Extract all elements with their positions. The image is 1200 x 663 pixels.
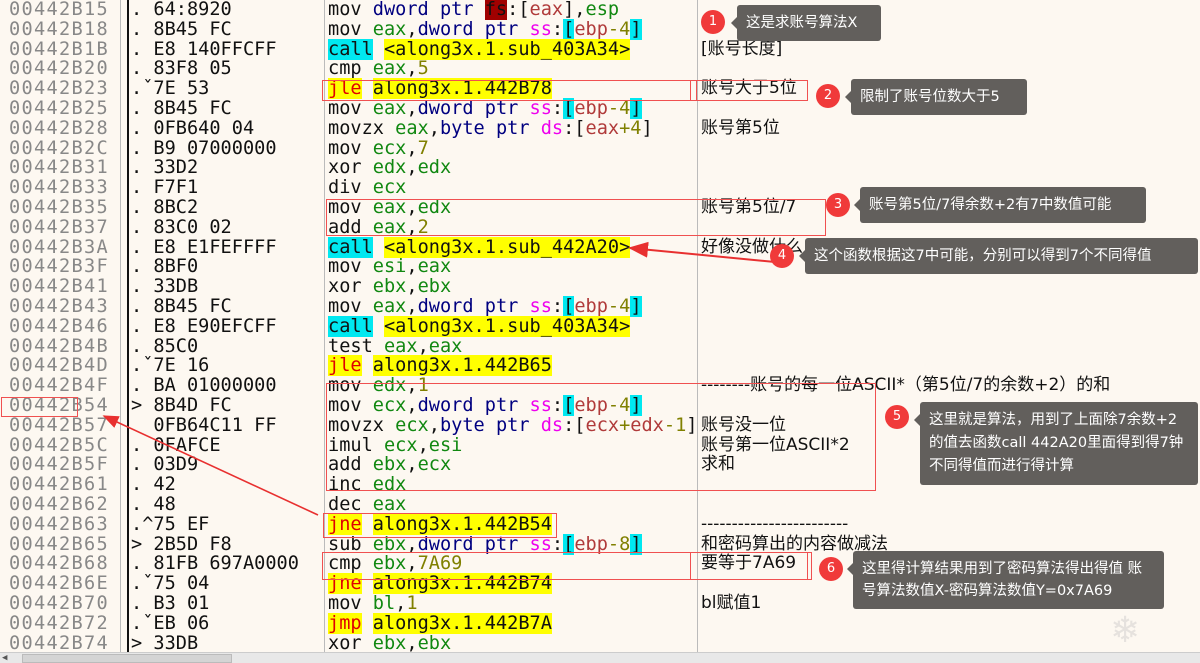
annotation-bubble: 这个函数根据这7中可能，分别可以得到7个不同得值 [799,238,1198,274]
annotation-bubble: 这里就是算法，用到了上面除7余数+2的值去函数call 442A20里面得到得7… [914,402,1198,485]
annotation-badge: 5 [885,405,909,429]
watermark-logo: ❄ [1110,610,1141,651]
annotation-badge: 2 [816,84,840,108]
annotation-badge: 6 [819,557,843,581]
scroll-left-arrow-icon[interactable]: ◀ [2,653,7,663]
scrollbar-thumb[interactable] [22,654,232,663]
annotation-badge: 1 [701,10,725,34]
annotation-bubble: 账号第5位/7得余数+2有7中数值可能 [854,187,1146,223]
arrow-to-address-b54 [102,415,319,516]
arrow-to-call-442a20 [628,241,776,263]
horizontal-scrollbar[interactable]: ◀ [0,652,1200,663]
annotation-bubble: 这是求账号算法X [731,5,881,41]
annotation-bubble: 限制了账号位数大于5 [845,79,1027,115]
annotation-bubble: 这里得计算结果用到了密码算法得出得值 账号算法数值X-密码算法数值Y=0x7A6… [847,551,1164,609]
annotation-badge: 4 [770,244,794,268]
annotation-badge: 3 [826,193,850,217]
